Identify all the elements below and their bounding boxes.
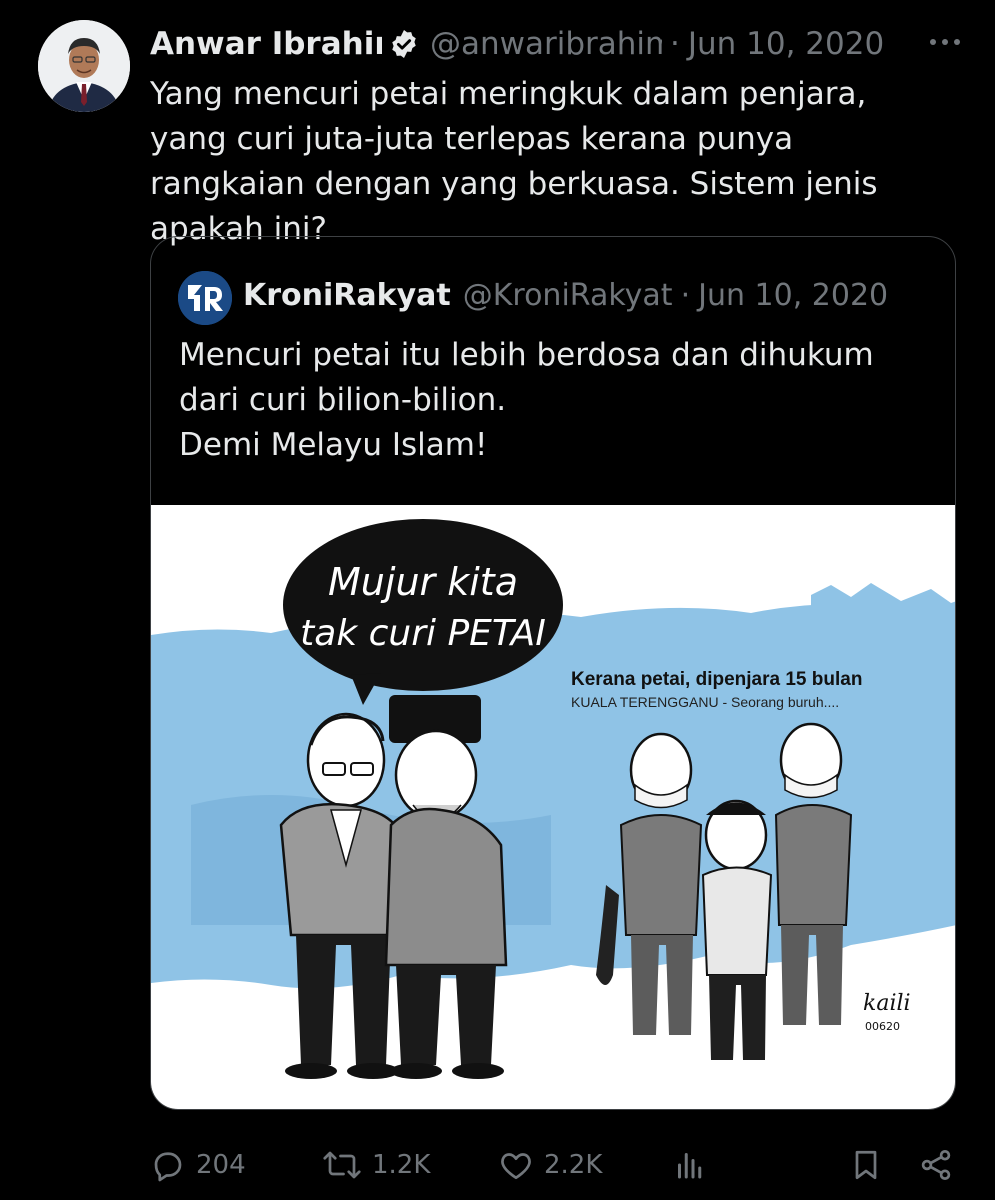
quoted-avatar[interactable] bbox=[178, 271, 232, 325]
quoted-text-line: Demi Melayu Islam! bbox=[179, 427, 488, 463]
reply-icon bbox=[154, 1152, 182, 1182]
share-button[interactable] bbox=[918, 1140, 964, 1190]
speech-line-1: Mujur kita bbox=[328, 560, 518, 604]
views-icon bbox=[678, 1153, 702, 1179]
author-avatar-image bbox=[38, 20, 130, 112]
header-separator: · bbox=[670, 26, 680, 62]
kronirakyat-logo-icon bbox=[178, 271, 232, 325]
quoted-author-handle[interactable]: @KroniRakyat bbox=[463, 278, 673, 313]
quoted-text-line: dari curi bilion-bilion. bbox=[179, 382, 507, 418]
cartoon-image[interactable]: Mujur kita tak curi PETAI Kerana petai, … bbox=[151, 505, 955, 1109]
cartoon-signature: kaili bbox=[863, 991, 911, 1016]
bookmark-icon bbox=[855, 1150, 877, 1180]
author-handle[interactable]: @anwaribrahim bbox=[430, 26, 662, 62]
tweet-text: Yang mencuri petai meringkuk dalam penja… bbox=[150, 76, 878, 247]
quoted-date[interactable]: Jun 10, 2020 bbox=[698, 278, 888, 313]
reply-count: 204 bbox=[196, 1150, 246, 1180]
tweet[interactable]: Anwar Ibrahim @anwaribrahim · Jun 10, 20… bbox=[0, 0, 995, 1200]
quoted-header: KroniRakyat @KroniRakyat · Jun 10, 2020 bbox=[243, 275, 888, 315]
cartoon-signature-code: 00620 bbox=[865, 1020, 900, 1033]
figure-officer-right bbox=[774, 722, 853, 1025]
quoted-separator: · bbox=[680, 277, 691, 313]
repost-button[interactable]: 1.2K bbox=[322, 1140, 430, 1190]
author-avatar[interactable] bbox=[38, 20, 130, 112]
views-button[interactable] bbox=[672, 1140, 718, 1190]
quoted-tweet[interactable]: KroniRakyat @KroniRakyat · Jun 10, 2020 … bbox=[150, 236, 956, 1110]
quoted-text: Mencuri petai itu lebih berdosa dan dihu… bbox=[179, 333, 939, 468]
author-name[interactable]: Anwar Ibrahim bbox=[150, 26, 382, 62]
like-count: 2.2K bbox=[544, 1150, 603, 1180]
bookmark-button[interactable] bbox=[848, 1140, 894, 1190]
cartoon-illustration: Mujur kita tak curi PETAI Kerana petai, … bbox=[151, 519, 955, 1079]
share-icon bbox=[921, 1150, 951, 1180]
like-icon bbox=[501, 1153, 531, 1180]
figure-detainee bbox=[701, 799, 773, 1060]
speech-line-2: tak curi PETAI bbox=[300, 613, 546, 654]
verified-badge-icon bbox=[392, 30, 416, 58]
cartoon-subline: KUALA TERENGGANU - Seorang buruh.... bbox=[571, 694, 839, 710]
action-bar: 204 1.2K 2.2K bbox=[150, 1140, 970, 1190]
repost-icon bbox=[323, 1151, 361, 1179]
more-icon[interactable] bbox=[925, 30, 965, 54]
tweet-header: Anwar Ibrahim @anwaribrahim · Jun 10, 20… bbox=[150, 24, 970, 64]
quoted-text-line: Mencuri petai itu lebih berdosa dan dihu… bbox=[179, 337, 874, 373]
tweet-date[interactable]: Jun 10, 2020 bbox=[688, 26, 884, 62]
quoted-author-name[interactable]: KroniRakyat bbox=[243, 278, 451, 313]
repost-count: 1.2K bbox=[372, 1150, 431, 1180]
reply-button[interactable]: 204 bbox=[150, 1140, 246, 1190]
cartoon-headline: Kerana petai, dipenjara 15 bulan bbox=[571, 669, 862, 690]
like-button[interactable]: 2.2K bbox=[498, 1140, 602, 1190]
